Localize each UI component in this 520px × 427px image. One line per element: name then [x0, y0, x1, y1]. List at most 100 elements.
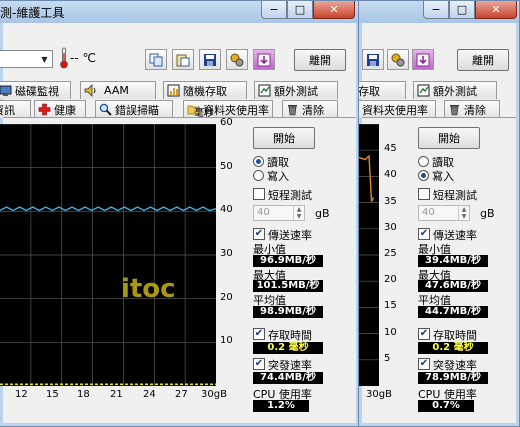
magnifier-icon — [99, 103, 112, 116]
write-label-2: 寫入 — [432, 170, 454, 183]
watermark-logo: itoc — [121, 274, 176, 304]
tab-aam[interactable]: AAM — [80, 81, 156, 99]
access-time-label-2: 存取時間 — [433, 329, 477, 342]
x-tick-label: 24 — [143, 389, 156, 400]
write-radio-2[interactable] — [418, 170, 429, 181]
access-time-checkbox[interactable]: ✔ — [253, 328, 265, 340]
paste-icon — [176, 54, 190, 66]
cpu-usage-value-2: 0.7% — [418, 400, 474, 412]
close-button-2[interactable]: ✕ — [475, 1, 517, 19]
tab-health[interactable]: 健康 — [34, 100, 86, 118]
window-controls-2: − □ ✕ — [423, 1, 517, 19]
tab-error-scan[interactable]: 錯誤掃瞄 — [95, 100, 173, 118]
short-test-unit: gB — [315, 207, 330, 220]
tab-extra-tests-2[interactable]: 額外測試 — [413, 81, 497, 99]
benchmark-panel-2: 45 40 35 30 25 20 15 10 5 30gB 開始 讀取 寫入 短程測試 40 … — [359, 117, 516, 423]
tab-random-access-2[interactable]: 存取 — [359, 81, 406, 99]
avg-value: 98.9MB/秒 — [253, 306, 323, 318]
paste-button[interactable] — [172, 49, 194, 70]
y-tick-label: 30 — [384, 221, 397, 233]
burst-rate-label-2: 突發速率 — [433, 359, 477, 372]
toolbar: ▼ -- ℃ 離開 — [0, 23, 356, 79]
access-time-checkbox-2[interactable]: ✔ — [418, 328, 430, 340]
thermometer-icon — [60, 47, 68, 69]
download-button-2[interactable] — [412, 49, 434, 70]
tab-random-access[interactable]: 隨機存取 — [163, 81, 247, 99]
trash-icon — [288, 105, 297, 116]
y-tick-label: 40 — [220, 204, 233, 216]
avg-value-2: 44.7MB/秒 — [418, 306, 488, 318]
read-radio[interactable] — [253, 156, 264, 167]
y-axis-label: 毫秒 — [194, 108, 214, 119]
download-button[interactable] — [253, 49, 275, 70]
exit-button[interactable]: 離開 — [294, 49, 346, 71]
maximize-button-2[interactable]: □ — [449, 1, 475, 19]
exit-button-2[interactable]: 離開 — [457, 49, 509, 71]
trash-icon — [450, 105, 459, 116]
transfer-rate-checkbox[interactable]: ✔ — [253, 228, 265, 240]
y-tick-label: 20 — [220, 291, 233, 303]
read-radio-2[interactable] — [418, 156, 429, 167]
benchmark-graph-2 — [359, 124, 379, 386]
drive-select[interactable]: ▼ — [0, 50, 53, 68]
maximize-button[interactable]: □ — [287, 1, 313, 19]
extra-test-icon — [417, 84, 430, 97]
tab-erase-2[interactable]: 清除 — [444, 100, 500, 118]
short-test-label-2: 短程測試 — [433, 189, 477, 202]
second-window: − □ ✕ 離開 存取 額外測試 資料夾使用率 清除 45 40 35 30 2… — [358, 0, 520, 427]
window-controls: − □ ✕ — [261, 1, 355, 19]
main-window: 測-維護工具 − □ ✕ ▼ -- ℃ 離開 磁碟監視 AAM 隨機存取 額外測… — [0, 0, 360, 427]
short-test-checkbox[interactable] — [253, 188, 265, 200]
y-tick-label: 50 — [220, 160, 233, 172]
random-access-icon — [167, 84, 180, 97]
short-test-spinner[interactable]: 40 ▲ ▼ — [253, 205, 305, 221]
burst-rate-value-2: 78.9MB/秒 — [418, 372, 488, 384]
y-tick-label: 30 — [220, 248, 233, 259]
y-tick-label: 35 — [384, 195, 397, 207]
tab-erase[interactable]: 清除 — [282, 100, 338, 118]
burst-rate-label: 突發速率 — [268, 359, 312, 372]
copy-button[interactable] — [145, 49, 167, 70]
y-tick-label: 5 — [384, 352, 391, 364]
max-value: 101.5MB/秒 — [253, 280, 323, 292]
short-test-value: 40 — [257, 207, 270, 218]
minimize-button-2[interactable]: − — [423, 1, 449, 19]
client-area-2: 離開 存取 額外測試 資料夾使用率 清除 45 40 35 30 25 20 15 10 5 3… — [359, 23, 516, 423]
short-test-spinner-2[interactable]: 40 ▲ ▼ — [418, 205, 470, 221]
short-test-unit-2: gB — [480, 207, 495, 220]
benchmark-panel: itoc 毫秒 60 50 40 30 20 10 12 15 18 21 24 27 30gB 開始… — [0, 108, 356, 423]
tab-folder-usage-2[interactable]: 資料夾使用率 — [359, 100, 436, 118]
write-radio[interactable] — [253, 170, 264, 181]
tools-button[interactable] — [226, 49, 248, 70]
start-button[interactable]: 開始 — [253, 127, 315, 149]
save-button-2[interactable] — [362, 49, 384, 70]
burst-rate-checkbox[interactable]: ✔ — [253, 358, 265, 370]
title-bar-2[interactable]: − □ ✕ — [359, 1, 519, 23]
download-icon — [257, 53, 271, 66]
title-bar[interactable]: 測-維護工具 − □ ✕ — [0, 1, 359, 23]
short-test-value-2: 40 — [422, 207, 435, 218]
save-button[interactable] — [199, 49, 221, 70]
y-tick-label: 40 — [384, 169, 397, 181]
burst-rate-value: 74.4MB/秒 — [253, 372, 323, 384]
short-test-checkbox-2[interactable] — [418, 188, 430, 200]
health-icon — [38, 103, 51, 116]
close-button[interactable]: ✕ — [313, 1, 355, 19]
burst-rate-checkbox-2[interactable]: ✔ — [418, 358, 430, 370]
minimize-button[interactable]: − — [261, 1, 287, 19]
x-tick-label: 30gB — [366, 389, 392, 400]
x-tick-label: 27 — [175, 389, 188, 400]
window-title: 測-維護工具 — [0, 6, 65, 20]
tab-disk-monitor[interactable]: 磁碟監視 — [0, 81, 71, 99]
access-time-value: 0.2 毫秒 — [253, 342, 323, 354]
benchmark-graph: itoc — [0, 124, 216, 386]
transfer-rate-checkbox-2[interactable]: ✔ — [418, 228, 430, 240]
copy-icon — [149, 53, 163, 66]
cpu-usage-value: 1.2% — [253, 400, 309, 412]
tools-button-2[interactable] — [387, 49, 409, 70]
y-tick-label: 20 — [384, 274, 397, 286]
tab-info[interactable]: 資訊 — [0, 100, 31, 118]
start-button-2[interactable]: 開始 — [418, 127, 480, 149]
tab-extra-tests[interactable]: 額外測試 — [254, 81, 338, 99]
min-value: 96.9MB/秒 — [253, 255, 323, 267]
